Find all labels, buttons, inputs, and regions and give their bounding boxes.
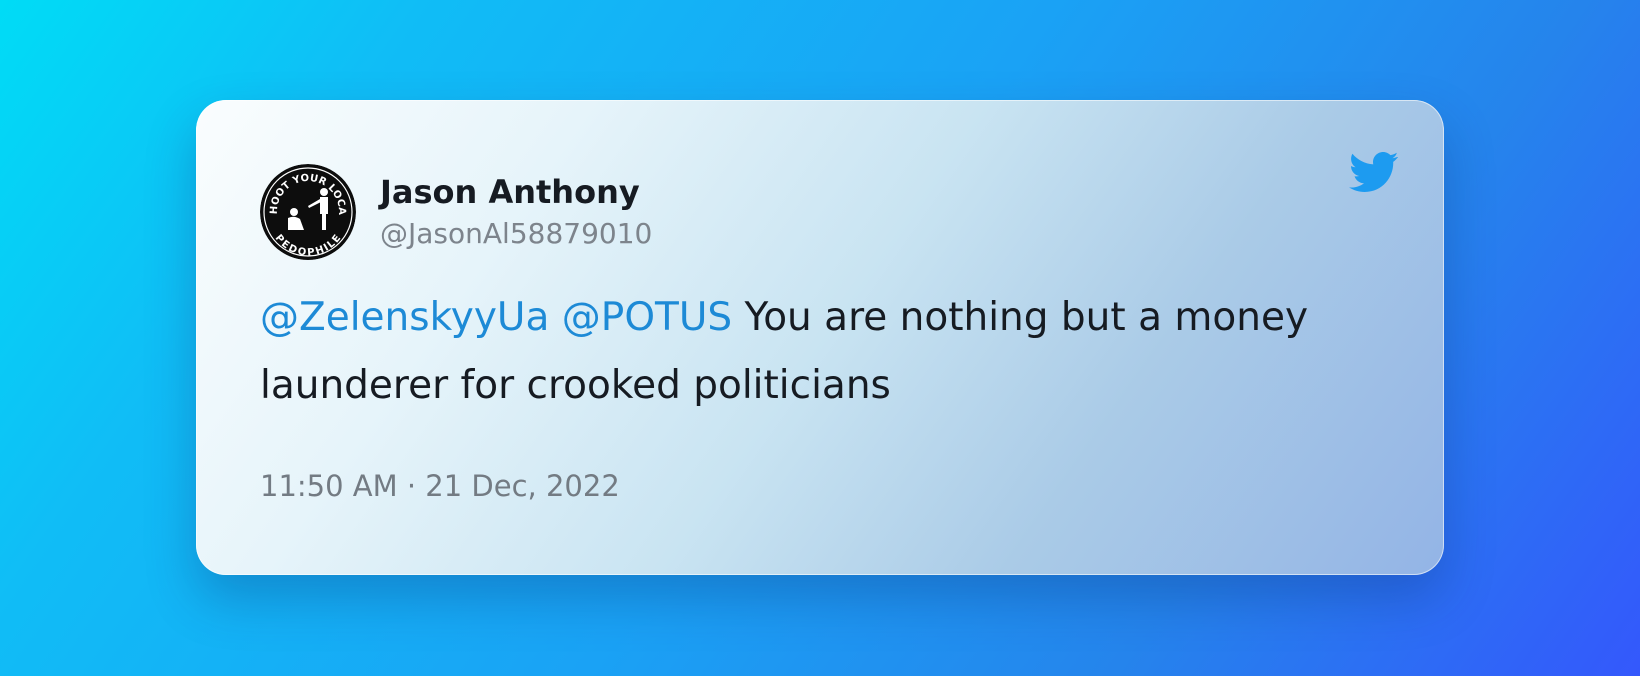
twitter-bird-icon [1342,146,1404,198]
mention-link[interactable]: @ZelenskyyUa [260,295,549,340]
avatar[interactable]: SHOOT YOUR LOCAL PEDOPHILE [260,164,356,260]
tweet-card: SHOOT YOUR LOCAL PEDOPHILE Jason Anthony… [196,100,1444,575]
mention-link[interactable]: @POTUS [562,295,732,340]
author-display-name[interactable]: Jason Anthony [380,172,652,212]
author-info: Jason Anthony @JasonAl58879010 [380,172,652,254]
tweet-timestamp[interactable]: 11:50 AM · 21 Dec, 2022 [260,466,620,506]
author-handle[interactable]: @JasonAl58879010 [380,214,652,254]
tweet-text: @ZelenskyyUa @POTUS You are nothing but … [260,284,1380,420]
